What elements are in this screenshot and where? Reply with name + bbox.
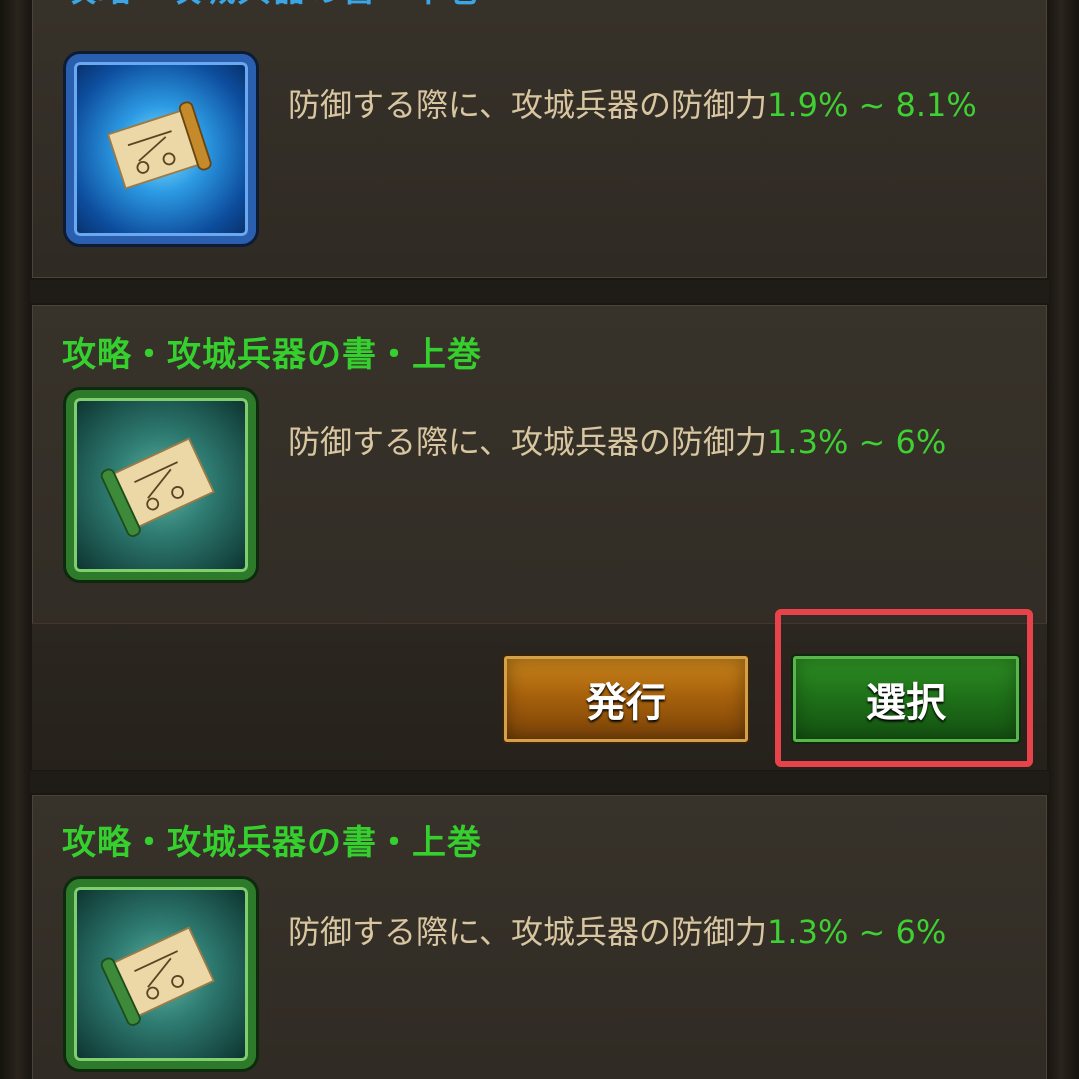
highlight-box: [775, 609, 1033, 767]
description-text: 防御する際に、攻城兵器の防御力: [288, 913, 768, 951]
frame-right: [1049, 0, 1079, 1079]
item-title: 攻略・攻城兵器の書・上巻: [62, 335, 482, 375]
description-text: 防御する際に、攻城兵器の防御力: [288, 423, 768, 461]
percent-range: 1.9% ~ 8.1%: [767, 86, 977, 124]
percent-range: 1.3% ~ 6%: [767, 913, 947, 951]
description-text: 防御する際に、攻城兵器の防御力: [288, 86, 768, 124]
green-scroll-icon: [66, 390, 256, 580]
item-title: 攻略・攻城兵器の書・下巻: [62, 0, 482, 11]
item-card-3[interactable]: 攻略・攻城兵器の書・上巻 防御する際に、攻城兵器の防御力1.3% ~ 6%: [30, 793, 1049, 1079]
percent-range: 1.3% ~ 6%: [767, 423, 947, 461]
item-description: 防御する際に、攻城兵器の防御力1.9% ~ 8.1%: [288, 86, 1028, 124]
item-description: 防御する際に、攻城兵器の防御力1.3% ~ 6%: [288, 423, 1028, 461]
issue-button[interactable]: 発行: [504, 656, 748, 742]
blue-scroll-icon: [66, 54, 256, 244]
green-scroll-icon: [66, 879, 256, 1069]
frame-left: [0, 0, 30, 1079]
item-description: 防御する際に、攻城兵器の防御力1.3% ~ 6%: [288, 913, 1028, 951]
item-card-1[interactable]: 攻略・攻城兵器の書・下巻 防御する際に、攻城兵器の防御力1.9% ~ 8.1%: [30, 0, 1049, 280]
item-title: 攻略・攻城兵器の書・上巻: [62, 823, 482, 863]
